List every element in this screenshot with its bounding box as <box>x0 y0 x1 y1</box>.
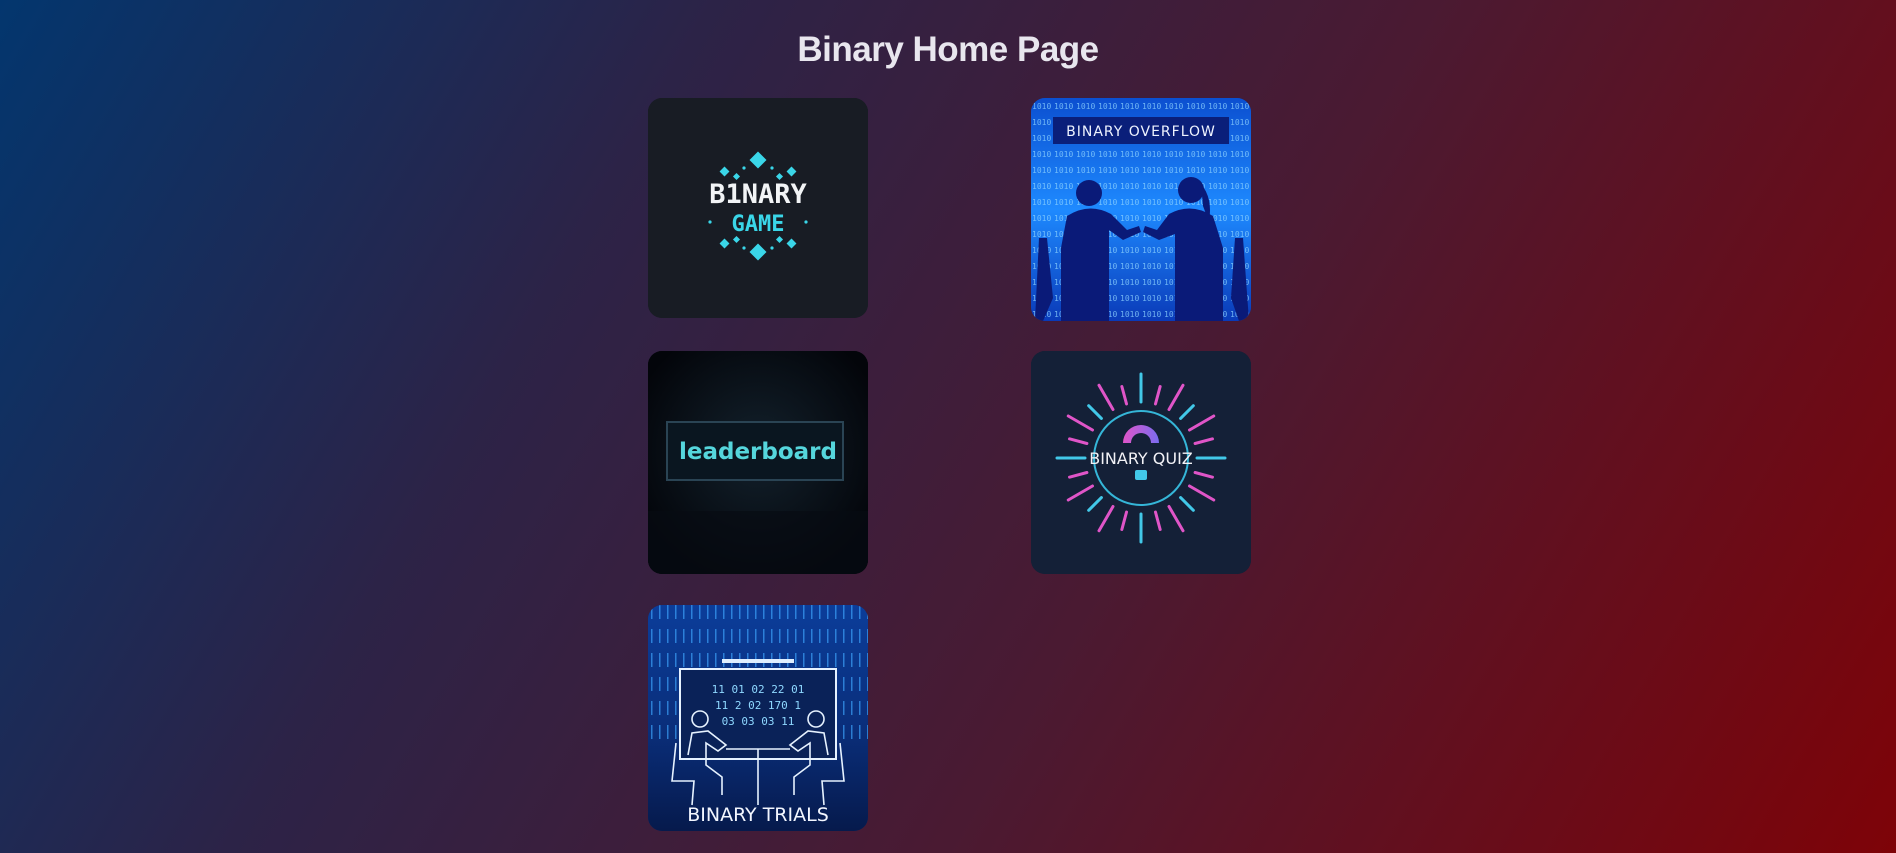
binary-trials-logo-icon: 11 01 02 22 01 11 2 02 170 1 03 03 03 11… <box>648 605 868 831</box>
binary-trials-title: BINARY TRIALS <box>687 804 829 826</box>
leaderboard-title: leaderboard <box>679 439 837 465</box>
binary-quiz-logo-icon: BINARY QUIZ <box>1031 351 1251 574</box>
binary-game-logo-icon: B1NARY GAME <box>648 98 868 318</box>
svg-text:11 01 02 22 01: 11 01 02 22 01 <box>712 683 805 696</box>
svg-text:11 2 02 170 1: 11 2 02 170 1 <box>715 699 801 712</box>
binary-quiz-tile[interactable]: BINARY QUIZ <box>1031 351 1251 574</box>
svg-text:03 03 03 11: 03 03 03 11 <box>722 715 795 728</box>
binary-overflow-logo-icon: 1010 BINARY OVERFLOW <box>1031 98 1251 321</box>
leaderboard-tile[interactable]: leaderboard <box>648 351 868 574</box>
binary-game-subtitle: GAME <box>732 212 785 237</box>
binary-game-tile[interactable]: B1NARY GAME <box>648 98 868 318</box>
binary-trials-tile[interactable]: 11 01 02 22 01 11 2 02 170 1 03 03 03 11… <box>648 605 868 831</box>
binary-overflow-title: BINARY OVERFLOW <box>1066 124 1216 140</box>
binary-game-title: B1NARY <box>709 179 807 210</box>
binary-overflow-tile[interactable]: 1010 BINARY OVERFLOW <box>1031 98 1251 321</box>
leaderboard-logo-icon: leaderboard <box>648 351 868 574</box>
page-title: Binary Home Page <box>797 30 1099 69</box>
binary-quiz-title: BINARY QUIZ <box>1089 449 1193 468</box>
